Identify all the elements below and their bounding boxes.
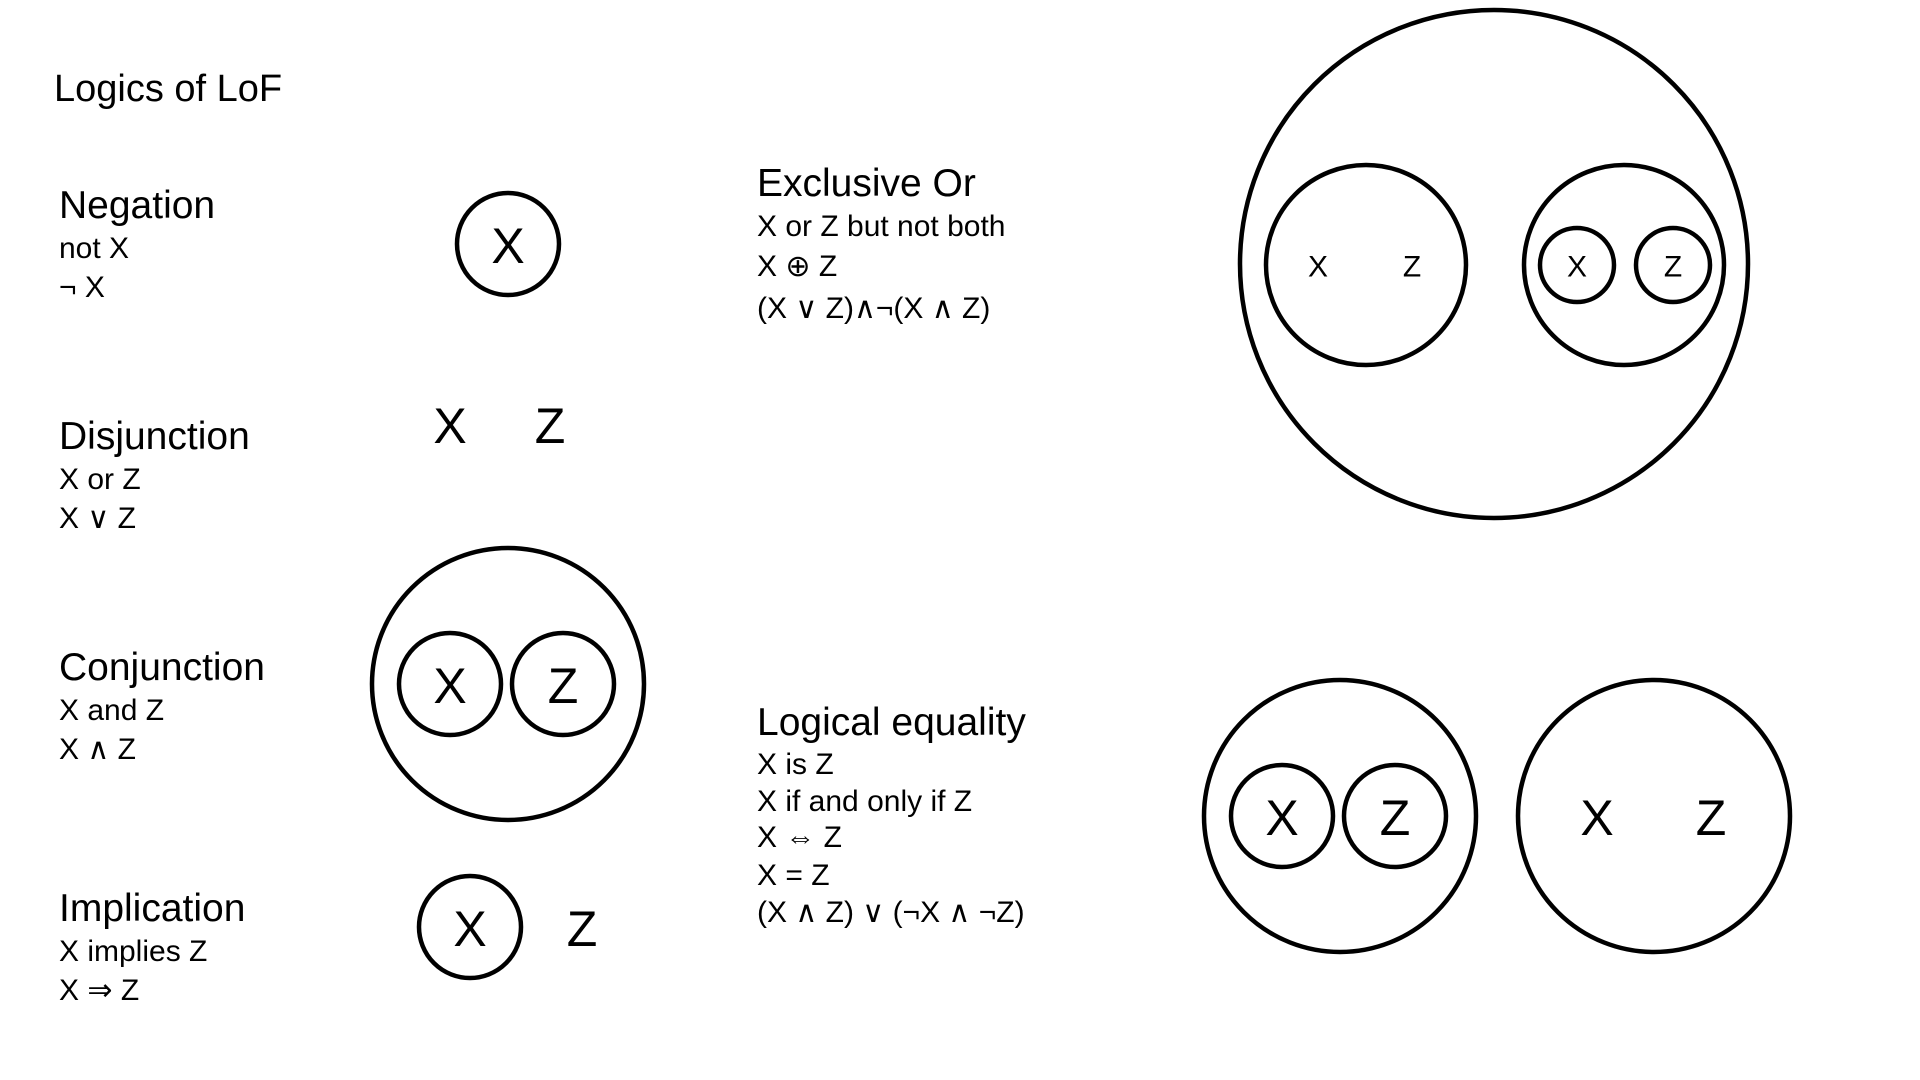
disjunction-x-label: X (433, 398, 466, 454)
implication-x-label: X (453, 901, 486, 957)
xor-left-circle (1263, 162, 1469, 368)
xor-left-z-label: Z (1403, 251, 1421, 284)
conjunction-x-label: X (433, 658, 466, 714)
xor-right-circle (1521, 162, 1727, 368)
equality-right-x-label: X (1580, 790, 1613, 846)
disjunction-z-label: Z (535, 398, 566, 454)
equality-left-outer-circle (1201, 677, 1479, 955)
xor-right-x-label: X (1567, 251, 1587, 284)
equality-left-x-label: X (1265, 790, 1298, 846)
equality-right-outer-circle (1515, 677, 1793, 955)
lof-diagram-canvas: X X Z X Z X Z X Z X Z X Z X Z (369, 7, 1793, 981)
conjunction-z-label: Z (548, 658, 579, 714)
negation-x-label: X (491, 218, 524, 274)
xor-right-z-label: Z (1664, 251, 1682, 284)
equality-right-z-label: Z (1696, 790, 1727, 846)
implication-z-label: Z (567, 901, 598, 957)
equality-left-z-label: Z (1380, 790, 1411, 846)
conjunction-outer-circle (369, 545, 647, 823)
xor-left-x-label: X (1308, 251, 1328, 284)
